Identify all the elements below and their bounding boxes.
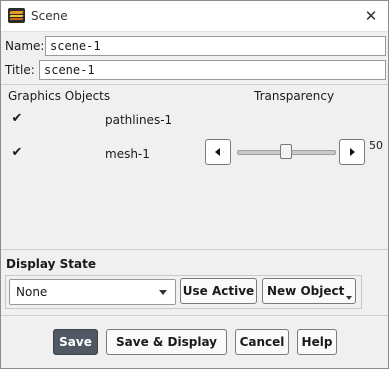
scene-dialog: Scene ✕ Name: scene-1 Title: scene-1 Gra… xyxy=(0,0,389,369)
divider xyxy=(1,84,388,85)
divider xyxy=(1,249,388,250)
slider-decrease-button[interactable] xyxy=(205,139,231,165)
transparency-header: Transparency xyxy=(254,89,335,103)
title-label: Title: xyxy=(5,63,35,77)
save-button[interactable]: Save xyxy=(53,329,98,355)
name-label: Name: xyxy=(5,39,45,53)
pathlines-label: pathlines-1 xyxy=(105,113,173,127)
app-logo-icon xyxy=(8,8,25,23)
display-state-label: Display State xyxy=(6,257,96,271)
pathlines-checkbox[interactable]: ✔ xyxy=(10,112,24,126)
window-title: Scene xyxy=(31,9,68,23)
new-object-button[interactable]: New Object xyxy=(262,278,356,304)
slider-increase-button[interactable] xyxy=(339,139,365,165)
display-state-value: None xyxy=(16,285,48,299)
graphics-objects-header: Graphics Objects xyxy=(8,89,111,103)
chevron-down-icon xyxy=(159,290,167,295)
close-icon[interactable]: ✕ xyxy=(360,5,382,27)
save-and-display-button[interactable]: Save & Display xyxy=(106,329,227,355)
mesh-label: mesh-1 xyxy=(105,147,150,161)
dropdown-arrow-icon xyxy=(346,296,352,300)
title-field[interactable]: scene-1 xyxy=(39,60,386,80)
title-bar: Scene ✕ xyxy=(1,1,388,32)
mesh-checkbox[interactable]: ✔ xyxy=(10,146,24,160)
arrow-left-icon xyxy=(215,148,220,156)
transparency-value: 50 xyxy=(369,139,383,152)
divider xyxy=(1,315,388,316)
use-active-button[interactable]: Use Active xyxy=(180,278,257,304)
arrow-right-icon xyxy=(350,148,355,156)
slider-thumb[interactable] xyxy=(279,144,292,159)
name-field[interactable]: scene-1 xyxy=(45,36,386,56)
new-object-label: New Object xyxy=(267,284,345,298)
help-button[interactable]: Help xyxy=(297,329,337,355)
cancel-button[interactable]: Cancel xyxy=(235,329,289,355)
display-state-select[interactable]: None xyxy=(9,279,176,305)
